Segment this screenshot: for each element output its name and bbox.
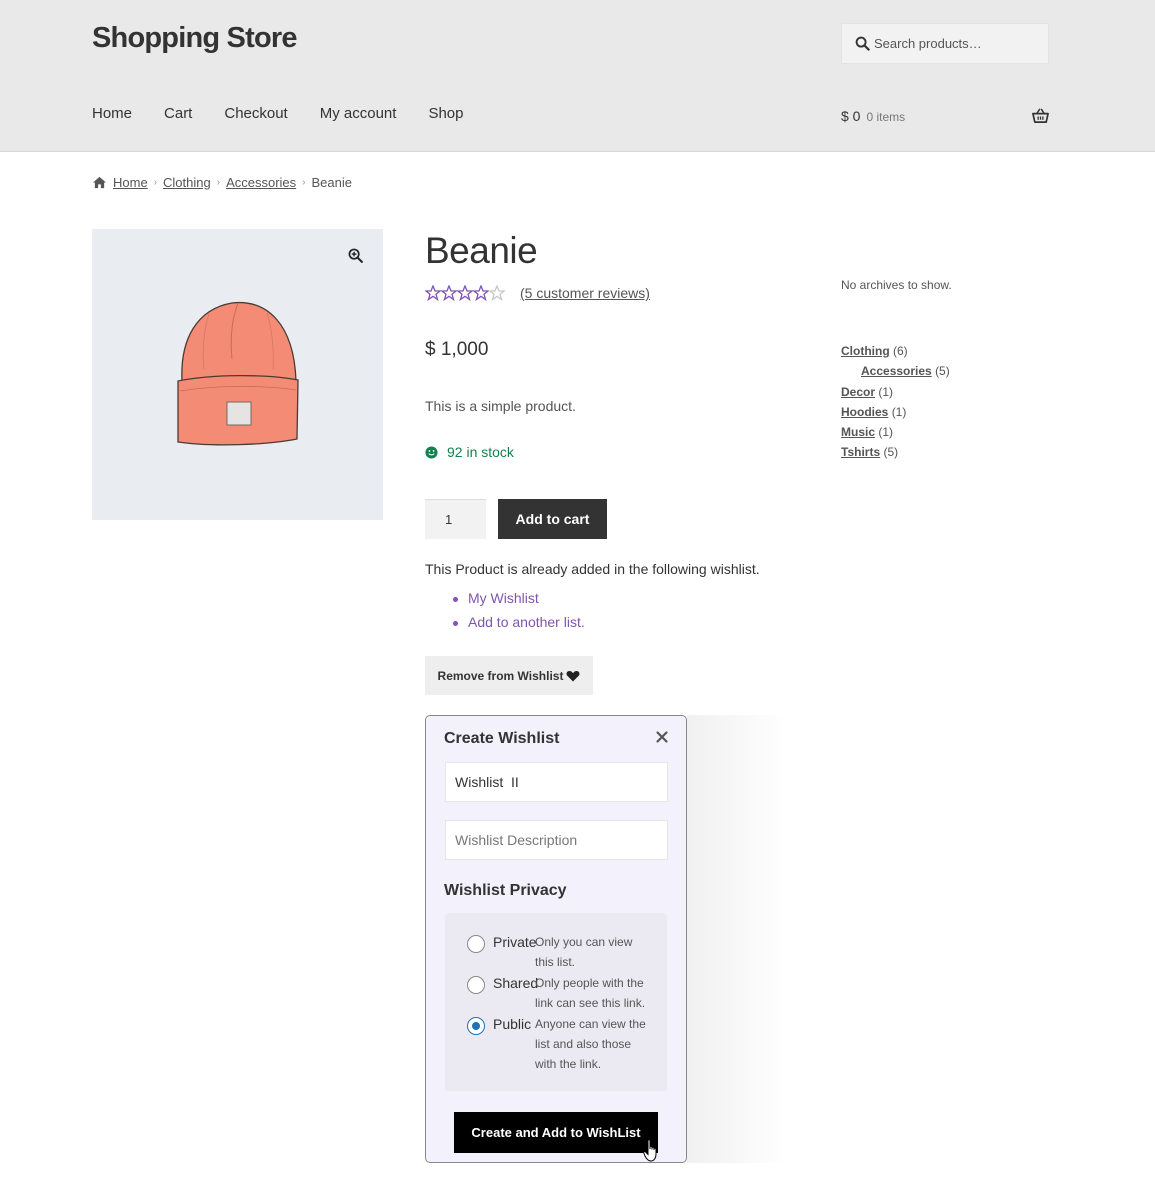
category-item: Tshirts (5) <box>841 445 950 465</box>
privacy-option-public[interactable]: Public Anyone can view the list and also… <box>467 1014 650 1074</box>
category-count: (1) <box>878 425 894 440</box>
private-description: Only you can view this list. <box>535 935 633 969</box>
category-count: (1) <box>891 404 907 419</box>
cart-total: $ 0 <box>841 108 861 124</box>
create-and-add-button[interactable]: Create and Add to WishList <box>454 1112 658 1153</box>
category-item: Music (1) <box>841 425 950 445</box>
stock-text: 92 in stock <box>447 444 514 460</box>
heart-icon <box>566 670 580 681</box>
category-count: (6) <box>893 344 908 358</box>
category-link-decor[interactable]: Decor <box>841 385 875 399</box>
category-count: (1) <box>878 384 894 399</box>
category-link-music[interactable]: Music <box>841 425 875 439</box>
quantity-input[interactable] <box>425 499 486 539</box>
product-image[interactable] <box>92 229 383 520</box>
public-description: Anyone can view the list and also those … <box>535 1017 646 1071</box>
product-price: $ 1,000 <box>425 339 489 360</box>
remove-from-wishlist-label: Remove from Wishlist <box>437 668 564 683</box>
nav-item-my-account[interactable]: My account <box>320 105 397 122</box>
remove-from-wishlist-button[interactable]: Remove from Wishlist <box>425 656 593 695</box>
shared-description: Only people with the link can see this l… <box>535 976 646 1010</box>
wishlist-links: My Wishlist Add to another list. <box>425 590 585 638</box>
wishlist-description-input[interactable] <box>445 820 668 860</box>
public-radio[interactable] <box>467 1017 485 1035</box>
category-link-clothing[interactable]: Clothing <box>841 344 890 358</box>
category-count: (5) <box>935 364 950 379</box>
breadcrumb-separator: › <box>153 177 158 188</box>
zoom-icon[interactable] <box>348 248 363 263</box>
my-wishlist-link[interactable]: My Wishlist <box>425 590 585 614</box>
privacy-option-private[interactable]: Private Only you can view this list. <box>467 932 650 972</box>
no-archives-text: No archives to show. <box>841 278 952 292</box>
modal-title: Create Wishlist <box>444 730 560 747</box>
wishlist-note: This Product is already added in the fol… <box>425 561 760 577</box>
nav-item-home[interactable]: Home <box>92 105 132 122</box>
breadcrumb-separator: › <box>216 177 221 188</box>
shared-radio[interactable] <box>467 976 485 994</box>
category-link-accessories[interactable]: Accessories <box>861 364 932 378</box>
category-item: Clothing (6) <box>841 344 950 364</box>
category-link-hoodies[interactable]: Hoodies <box>841 405 888 419</box>
nav-item-checkout[interactable]: Checkout <box>224 105 287 122</box>
basket-icon[interactable] <box>1032 108 1049 124</box>
product-title: Beanie <box>425 230 538 271</box>
add-to-cart-button[interactable]: Add to cart <box>498 499 607 539</box>
search-box[interactable] <box>841 23 1049 64</box>
search-input[interactable] <box>874 24 1044 63</box>
breadcrumb-clothing[interactable]: Clothing <box>163 175 211 190</box>
breadcrumb-separator: › <box>302 177 306 188</box>
category-item: Decor (1) <box>841 385 950 405</box>
header-cart[interactable]: $ 0 0 items <box>841 108 905 124</box>
add-to-another-list-link[interactable]: Add to another list. <box>425 614 585 638</box>
private-radio[interactable] <box>467 935 485 953</box>
smiley-icon <box>425 445 438 459</box>
breadcrumb-home[interactable]: Home <box>113 175 148 190</box>
nav-item-cart[interactable]: Cart <box>164 105 192 122</box>
privacy-options: Private Only you can view this list. Sha… <box>445 913 667 1091</box>
home-icon <box>93 176 106 189</box>
site-title[interactable]: Shopping Store <box>92 22 297 55</box>
search-icon <box>855 36 870 51</box>
nav-item-shop[interactable]: Shop <box>428 105 463 122</box>
category-item: Hoodies (1) <box>841 405 950 425</box>
category-item: Accessories (5) <box>841 364 950 384</box>
site-header: Shopping Store Home Cart Checkout My acc… <box>0 0 1155 152</box>
create-wishlist-modal: Create Wishlist Wishlist Privacy Private… <box>425 715 687 1163</box>
main-nav: Home Cart Checkout My account Shop <box>92 105 495 122</box>
wishlist-name-input[interactable] <box>445 762 668 802</box>
shared-label: Shared <box>493 975 539 991</box>
privacy-option-shared[interactable]: Shared Only people with the link can see… <box>467 973 650 1013</box>
reviews-link[interactable]: (5 customer reviews) <box>520 285 650 301</box>
beanie-image <box>177 301 299 446</box>
product-rating: (5 customer reviews) <box>425 285 650 301</box>
category-list: Clothing (6) Accessories (5) Decor (1) H… <box>841 344 950 466</box>
public-label: Public <box>493 1016 532 1032</box>
product-short-description: This is a simple product. <box>425 398 576 414</box>
cart-count: 0 items <box>866 110 906 124</box>
rating-stars <box>425 285 505 301</box>
privacy-heading: Wishlist Privacy <box>444 882 567 899</box>
private-label: Private <box>493 934 537 950</box>
breadcrumb: Home › Clothing › Accessories › Beanie <box>92 175 352 190</box>
category-count: (5) <box>883 445 899 460</box>
close-icon[interactable] <box>655 730 669 744</box>
breadcrumb-current: Beanie <box>311 175 352 190</box>
hand-cursor-icon <box>643 1139 657 1162</box>
category-link-tshirts[interactable]: Tshirts <box>841 445 880 459</box>
modal-shadow <box>687 715 787 1163</box>
stock-status: 92 in stock <box>425 444 514 460</box>
breadcrumb-accessories[interactable]: Accessories <box>226 175 296 190</box>
